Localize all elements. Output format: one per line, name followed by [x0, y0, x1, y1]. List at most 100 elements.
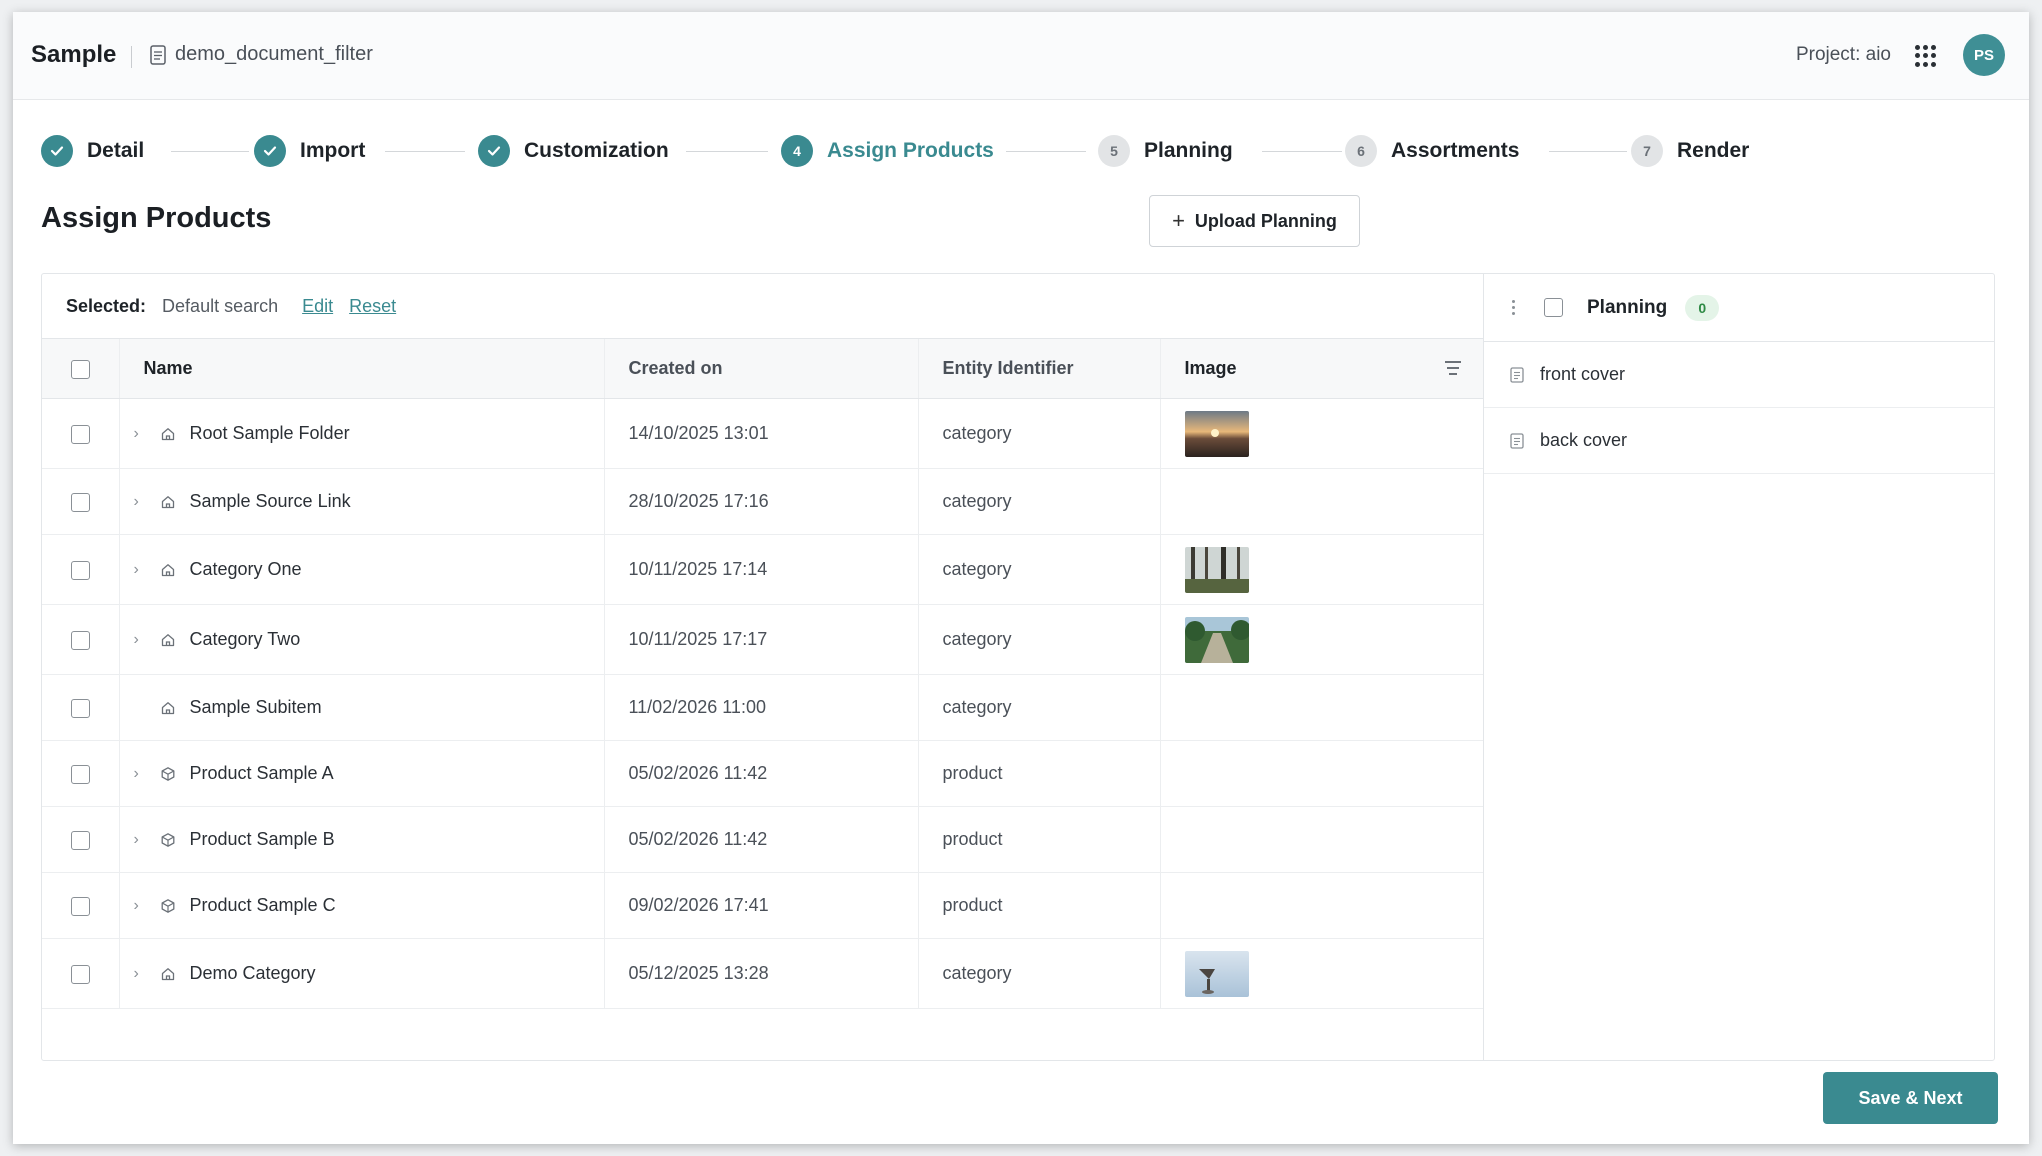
- table-row[interactable]: › Root Sample Folder 14/10/2025 13:01 categ…: [42, 398, 1483, 469]
- chevron-right-icon[interactable]: ›: [134, 965, 148, 983]
- chevron-right-icon[interactable]: ›: [134, 425, 148, 443]
- apps-grid-icon[interactable]: [1915, 45, 1937, 67]
- step-detail[interactable]: Detail: [41, 134, 144, 168]
- chevron-right-icon[interactable]: ›: [134, 831, 148, 849]
- reset-link[interactable]: Reset: [349, 296, 396, 317]
- table-header-row: Name Created on Entity Identifier Image: [42, 338, 1483, 399]
- kebab-menu-icon[interactable]: [1512, 300, 1516, 315]
- column-header-created[interactable]: Created on: [603, 338, 918, 399]
- products-pane: Selected: Default search Edit Reset Name…: [42, 274, 1483, 1060]
- created-cell: 14/10/2025 13:01: [603, 398, 918, 469]
- name-cell: › Demo Category: [118, 938, 604, 1009]
- name-cell: › Category Two: [118, 604, 604, 675]
- step-import[interactable]: Import: [254, 134, 365, 168]
- table-row[interactable]: ›Sample Subitem11/02/2026 11:00category: [42, 674, 1483, 741]
- step-connector: [686, 151, 768, 152]
- entity-cell: product: [917, 740, 1160, 807]
- row-name[interactable]: Product Sample A: [190, 763, 334, 784]
- row-name[interactable]: Demo Category: [190, 963, 316, 984]
- table-row[interactable]: › Sample Source Link 28/10/2025 17:16 categ…: [42, 468, 1483, 535]
- chevron-right-icon[interactable]: ›: [134, 765, 148, 783]
- step-label: Detail: [87, 139, 145, 162]
- image-cell: [1159, 740, 1483, 807]
- edit-link[interactable]: Edit: [302, 296, 333, 317]
- row-name[interactable]: Product Sample B: [190, 829, 335, 850]
- table-row[interactable]: › Product Sample B 05/02/2026 11:42 product: [42, 806, 1483, 873]
- thumbnail-image[interactable]: [1184, 616, 1249, 663]
- entity-cell: category: [917, 398, 1160, 469]
- step-connector: [1006, 151, 1086, 152]
- brand-logo[interactable]: Sample: [31, 41, 116, 69]
- home-icon: [161, 495, 174, 508]
- column-menu-icon[interactable]: [1445, 361, 1461, 375]
- chevron-right-icon[interactable]: ›: [134, 897, 148, 915]
- row-checkbox[interactable]: [70, 830, 90, 850]
- row-checkbox[interactable]: [70, 560, 90, 580]
- entity-cell: category: [917, 674, 1160, 741]
- step-planning[interactable]: 5 Planning: [1098, 134, 1233, 168]
- upload-planning-label: Upload Planning: [1194, 210, 1337, 231]
- thumbnail-image[interactable]: [1184, 546, 1249, 593]
- chevron-right-icon[interactable]: ›: [134, 561, 148, 579]
- row-name[interactable]: Category One: [190, 559, 302, 580]
- user-avatar[interactable]: PS: [1963, 34, 2005, 76]
- row-checkbox[interactable]: [70, 764, 90, 784]
- row-checkbox[interactable]: [70, 424, 90, 444]
- row-checkbox[interactable]: [70, 630, 90, 650]
- column-header-image-label: Image: [1184, 358, 1237, 378]
- row-name[interactable]: Root Sample Folder: [190, 423, 350, 444]
- row-name[interactable]: Sample Source Link: [190, 491, 351, 512]
- check-icon: [254, 135, 286, 167]
- step-assign-products[interactable]: 4 Assign Products: [781, 134, 994, 168]
- entity-cell: category: [917, 468, 1160, 535]
- name-cell: ›Sample Subitem: [118, 674, 604, 741]
- step-number: 7: [1631, 135, 1663, 167]
- table-row[interactable]: › Demo Category 05/12/2025 13:28 category: [42, 938, 1483, 1009]
- step-assortments[interactable]: 6 Assortments: [1345, 134, 1519, 168]
- step-customization[interactable]: Customization: [478, 134, 669, 168]
- document-name: demo_document_filter: [175, 43, 373, 65]
- select-all-checkbox[interactable]: [70, 359, 90, 379]
- row-checkbox[interactable]: [70, 492, 90, 512]
- name-cell: › Product Sample B: [118, 806, 604, 873]
- home-icon: [161, 633, 174, 646]
- row-name[interactable]: Product Sample C: [190, 895, 336, 916]
- chevron-right-icon[interactable]: ›: [134, 493, 148, 511]
- products-table: Name Created on Entity Identifier Image …: [42, 338, 1483, 1009]
- created-cell: 05/02/2026 11:42: [603, 806, 918, 873]
- column-header-entity[interactable]: Entity Identifier: [917, 338, 1160, 399]
- row-checkbox[interactable]: [70, 896, 90, 916]
- table-row[interactable]: › Category One 10/11/2025 17:14 category: [42, 534, 1483, 605]
- home-icon: [161, 427, 174, 440]
- thumbnail-image[interactable]: [1184, 950, 1249, 997]
- save-next-button[interactable]: Save & Next: [1823, 1072, 1998, 1124]
- step-label: Planning: [1144, 139, 1233, 162]
- row-name[interactable]: Category Two: [190, 629, 301, 650]
- thumbnail-image[interactable]: [1184, 410, 1249, 457]
- row-checkbox[interactable]: [70, 698, 90, 718]
- table-row[interactable]: › Product Sample A 05/02/2026 11:42 product: [42, 740, 1483, 807]
- chevron-right-icon[interactable]: ›: [134, 631, 148, 649]
- planning-select-all-checkbox[interactable]: [1544, 298, 1563, 317]
- planning-item-label: back cover: [1540, 430, 1628, 450]
- column-header-name[interactable]: Name: [118, 338, 604, 399]
- planning-item-front-cover[interactable]: front cover: [1484, 342, 1994, 408]
- box-icon: [161, 898, 174, 913]
- planning-item-back-cover[interactable]: back cover: [1484, 408, 1994, 474]
- selection-bar: Selected: Default search Edit Reset: [42, 274, 1483, 338]
- table-row[interactable]: › Product Sample C 09/02/2026 17:41 product: [42, 872, 1483, 939]
- column-header-image[interactable]: Image: [1159, 338, 1483, 399]
- planning-pane: Planning 0 front cover back cover: [1483, 274, 1994, 1060]
- step-label: Render: [1677, 139, 1750, 162]
- project-label[interactable]: Project: aio: [1796, 44, 1891, 66]
- upload-planning-button[interactable]: + Upload Planning: [1149, 195, 1360, 247]
- row-checkbox[interactable]: [70, 964, 90, 984]
- page-icon: [1510, 432, 1524, 449]
- step-render[interactable]: 7 Render: [1631, 134, 1749, 168]
- table-row[interactable]: › Category Two 10/11/2025 17:17 category: [42, 604, 1483, 675]
- image-cell: [1159, 604, 1483, 675]
- row-name[interactable]: Sample Subitem: [190, 697, 322, 718]
- image-cell: [1159, 534, 1483, 605]
- step-number: 5: [1098, 135, 1130, 167]
- row-checkbox-cell: [42, 872, 119, 939]
